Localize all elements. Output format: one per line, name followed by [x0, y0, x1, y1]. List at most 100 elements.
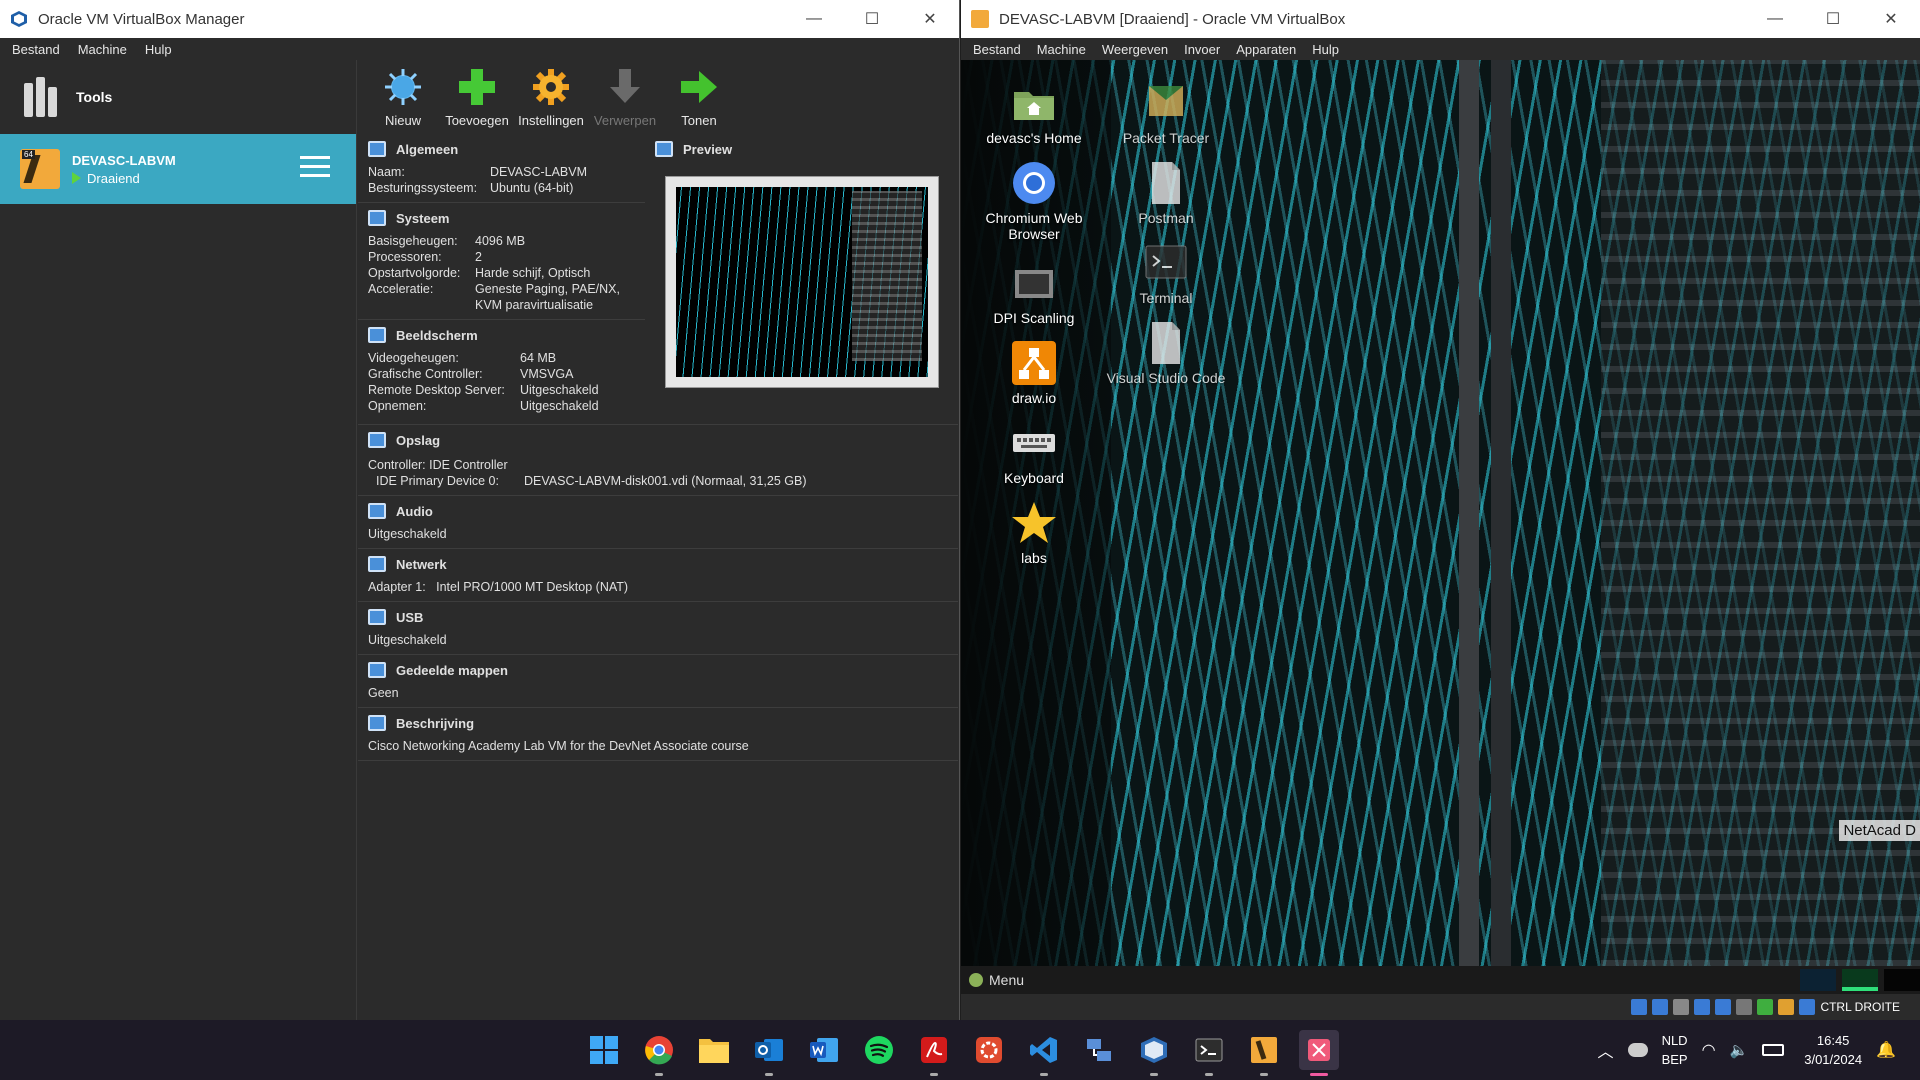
section-description[interactable]: Beschrijving [358, 708, 958, 738]
desktop-icon-dpi-scanling[interactable]: DPI Scanling [969, 260, 1099, 326]
discard-icon [610, 69, 640, 103]
vm-list-item-devasc[interactable]: 64 DEVASC-LABVM Draaiend [0, 134, 356, 204]
wifi-icon[interactable]: ◠ [1702, 1040, 1716, 1060]
manager-titlebar: Oracle VM VirtualBox Manager — ☐ ✕ [0, 0, 959, 38]
cpu-status-icon[interactable] [1757, 999, 1774, 1015]
mouse-status-icon[interactable] [1778, 999, 1795, 1015]
vm-menu-machine[interactable]: Machine [1037, 42, 1086, 57]
language-indicator[interactable]: NLD BEP [1662, 1031, 1688, 1069]
virtualbox-icon [1141, 1037, 1167, 1063]
section-shared-folders[interactable]: Gedeelde mappen [358, 655, 958, 685]
network-status-icon[interactable] [1652, 999, 1669, 1015]
taskbar-acrobat[interactable] [914, 1030, 954, 1076]
virtualbox-manager-window: Oracle VM VirtualBox Manager — ☐ ✕ Besta… [0, 0, 960, 1020]
display-status-icon[interactable] [1715, 999, 1732, 1015]
home-folder-icon [1014, 92, 1054, 120]
chromium-icon [1013, 162, 1055, 204]
section-usb[interactable]: USB [358, 602, 958, 632]
file-icon [1152, 162, 1180, 204]
taskbar-chrome[interactable] [639, 1030, 679, 1076]
tools-item[interactable]: Tools [0, 60, 356, 134]
guest-menu-button[interactable]: Menu [989, 972, 1024, 988]
section-audio[interactable]: Audio [358, 496, 958, 526]
terminal-icon [1195, 1038, 1223, 1062]
desktop-icon-vscode[interactable]: Visual Studio Code [1101, 320, 1231, 386]
preview-icon [655, 141, 673, 157]
onedrive-icon[interactable] [1627, 1043, 1648, 1057]
show-button[interactable]: Tonen [664, 60, 734, 134]
guest-panel: Menu [961, 966, 1920, 994]
minimize-button[interactable]: — [785, 0, 843, 38]
usb-status-icon[interactable] [1673, 999, 1690, 1015]
guest-desktop[interactable]: devasc's Home Chromium Web Browser DPI S… [961, 60, 1920, 966]
taskbar-vm-ubuntu[interactable] [1244, 1030, 1284, 1076]
terminal-icon [1145, 245, 1187, 279]
details-right-column: Preview [645, 134, 958, 388]
vm-maximize-button[interactable]: ☐ [1804, 0, 1862, 38]
taskbar-file-explorer[interactable] [694, 1030, 734, 1070]
vm-details-menu-icon[interactable] [300, 156, 330, 182]
vm-window-title: DEVASC-LABVM [Draaiend] - Oracle VM Virt… [999, 10, 1346, 28]
vm-state: Draaiend [87, 170, 140, 186]
desktop-icon-keyboard[interactable]: Keyboard [969, 420, 1099, 486]
menu-machine[interactable]: Machine [78, 42, 127, 57]
desktop-icon-packet-tracer[interactable]: Packet Tracer [1101, 80, 1231, 146]
recording-status-icon[interactable] [1736, 999, 1753, 1015]
taskbar-snipping-tool[interactable] [1299, 1030, 1339, 1076]
section-preview[interactable]: Preview [645, 134, 958, 164]
taskbar-spotify[interactable] [859, 1030, 899, 1070]
taskbar-virtualbox[interactable] [1134, 1030, 1174, 1076]
ubuntu-vm-icon: 64 [20, 149, 60, 189]
maximize-button[interactable]: ☐ [843, 0, 901, 38]
taskbar-app-red[interactable] [969, 1030, 1009, 1070]
vm-menu-hulp[interactable]: Hulp [1312, 42, 1339, 57]
desktop-icon-chromium[interactable]: Chromium Web Browser [969, 160, 1099, 242]
storage-status-icon[interactable] [1631, 999, 1648, 1015]
vm-menu-apparaten[interactable]: Apparaten [1236, 42, 1296, 57]
network-icon [368, 556, 386, 572]
vm-close-button[interactable]: ✕ [1862, 0, 1920, 38]
section-storage[interactable]: Opslag [358, 425, 958, 455]
desktop-icon-postman[interactable]: Postman [1101, 160, 1231, 226]
section-network[interactable]: Netwerk [358, 549, 958, 579]
add-icon [459, 69, 495, 105]
taskbar-network-app[interactable] [1079, 1030, 1119, 1070]
vm-minimize-button[interactable]: — [1746, 0, 1804, 38]
vm-menu-invoer[interactable]: Invoer [1184, 42, 1220, 57]
ubuntu-vm-icon [971, 10, 989, 28]
vm-menu-weergeven[interactable]: Weergeven [1102, 42, 1168, 57]
battery-icon[interactable] [1762, 1044, 1785, 1056]
discard-button[interactable]: Verwerpen [590, 60, 660, 134]
start-button[interactable] [584, 1030, 624, 1070]
menu-bestand[interactable]: Bestand [12, 42, 60, 57]
taskbar-terminal[interactable] [1189, 1030, 1229, 1076]
add-button[interactable]: Toevoegen [442, 60, 512, 134]
vm-display-window: DEVASC-LABVM [Draaiend] - Oracle VM Virt… [961, 0, 1920, 1020]
tray-overflow-chevron-icon[interactable]: ︿ [1598, 1038, 1614, 1062]
desktop-icon-terminal[interactable]: Terminal [1101, 240, 1231, 306]
clock[interactable]: 16:45 3/01/2024 [1804, 1031, 1862, 1069]
notification-bell-icon[interactable]: 🔔 [1876, 1040, 1896, 1060]
system-tray: ︿ NLD BEP ◠ 🔈 16:45 3/01/2024 🔔 [1598, 1020, 1896, 1080]
taskbar-vscode[interactable] [1024, 1030, 1064, 1076]
wallpaper-rack-post [1459, 60, 1479, 966]
general-icon [368, 141, 386, 157]
desktop-icon-labs[interactable]: labs [969, 500, 1099, 566]
vm-menu-bestand[interactable]: Bestand [973, 42, 1021, 57]
shared-folders-status-icon[interactable] [1694, 999, 1711, 1015]
keyboard-capture-icon[interactable] [1799, 999, 1816, 1015]
close-button[interactable]: ✕ [901, 0, 959, 38]
settings-button[interactable]: Instellingen [516, 60, 586, 134]
taskbar-word[interactable] [804, 1030, 844, 1070]
desktop-icon-home[interactable]: devasc's Home [969, 80, 1099, 146]
file-icon [1152, 322, 1180, 364]
section-general[interactable]: Algemeen [358, 134, 645, 164]
desktop-icon-drawio[interactable]: draw.io [969, 340, 1099, 406]
show-icon [681, 71, 717, 103]
section-display[interactable]: Beeldscherm [358, 320, 645, 350]
taskbar-outlook[interactable] [749, 1030, 789, 1076]
section-system[interactable]: Systeem [358, 203, 645, 233]
menu-hulp[interactable]: Hulp [145, 42, 172, 57]
volume-icon[interactable]: 🔈 [1730, 1041, 1749, 1059]
new-button[interactable]: Nieuw [368, 60, 438, 134]
